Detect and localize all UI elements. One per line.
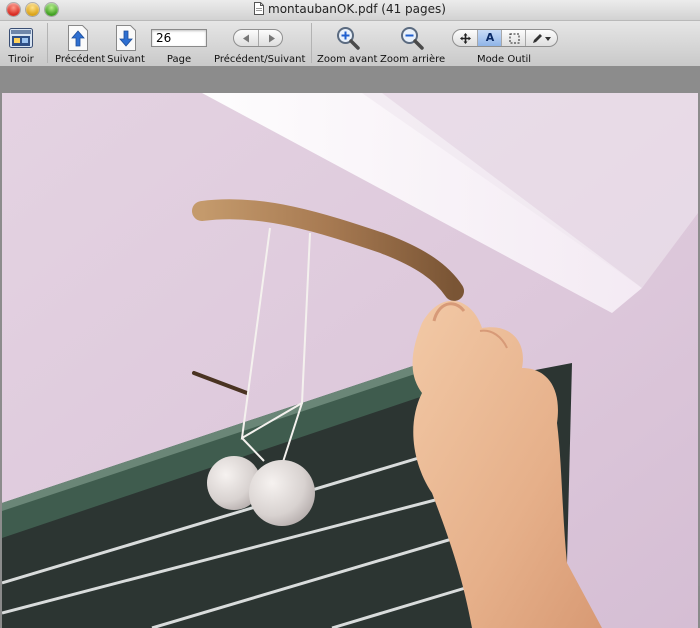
back-forward-control xyxy=(233,29,283,47)
zoom-in-button[interactable]: Zoom avant xyxy=(317,23,377,67)
arrow-up-icon xyxy=(68,25,88,51)
document-viewport[interactable] xyxy=(0,67,700,628)
toolbar-separator xyxy=(311,23,312,63)
text-tool-button[interactable]: A xyxy=(477,30,502,46)
back-button[interactable] xyxy=(234,30,258,46)
window-title: montaubanOK.pdf (41 pages) xyxy=(0,2,700,16)
text-select-icon: A xyxy=(485,31,495,44)
pdf-document-icon xyxy=(254,2,265,15)
drawer-button[interactable]: Tiroir xyxy=(2,23,40,67)
zoom-out-button[interactable]: Zoom arrière xyxy=(380,23,446,67)
page-number-field[interactable] xyxy=(151,29,207,47)
window-title-text: montaubanOK.pdf (41 pages) xyxy=(268,2,446,16)
forward-button[interactable] xyxy=(258,30,282,46)
move-tool-button[interactable] xyxy=(453,30,477,46)
zoom-out-label: Zoom arrière xyxy=(380,54,446,65)
move-icon xyxy=(459,33,471,44)
tool-mode-control: A xyxy=(452,29,558,47)
annotate-tool-button[interactable] xyxy=(525,30,557,46)
previous-page-label: Précédent xyxy=(55,54,106,65)
tool-mode-group: A Mode Outil xyxy=(450,23,558,67)
triangle-left-icon xyxy=(242,34,249,43)
marquee-icon xyxy=(509,33,519,44)
toolbar-separator xyxy=(47,23,48,63)
pencil-icon xyxy=(533,34,551,43)
select-tool-button[interactable] xyxy=(501,30,526,46)
zoom-in-label: Zoom avant xyxy=(317,54,378,65)
document-page-photo xyxy=(2,93,698,628)
drawer-label: Tiroir xyxy=(8,54,34,65)
back-forward-group: Précédent/Suivant xyxy=(214,23,306,67)
next-page-label: Suivant xyxy=(107,54,145,65)
triangle-right-icon xyxy=(268,34,275,43)
back-forward-label: Précédent/Suivant xyxy=(214,54,306,65)
arrow-down-icon xyxy=(116,25,136,51)
drawer-icon xyxy=(9,28,33,48)
next-page-button[interactable]: Suivant xyxy=(106,23,146,67)
page-label: Page xyxy=(166,54,192,65)
magnifier-plus-icon xyxy=(337,27,360,50)
previous-page-button[interactable]: Précédent xyxy=(55,23,106,67)
toolbar: Tiroir Précédent Suivant Page Pré xyxy=(0,21,700,67)
title-bar: montaubanOK.pdf (41 pages) xyxy=(0,0,700,21)
magnifier-minus-icon xyxy=(401,27,424,50)
tool-mode-label: Mode Outil xyxy=(476,54,532,65)
